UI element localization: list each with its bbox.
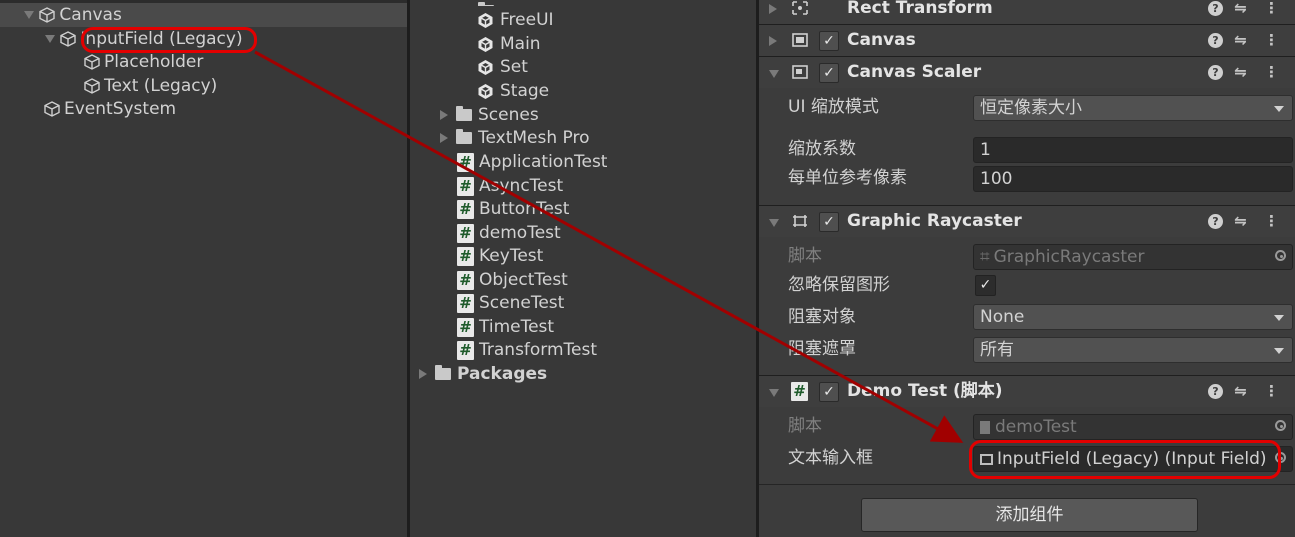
annotation-arrow — [254, 50, 964, 443]
arrow-line — [254, 50, 964, 443]
